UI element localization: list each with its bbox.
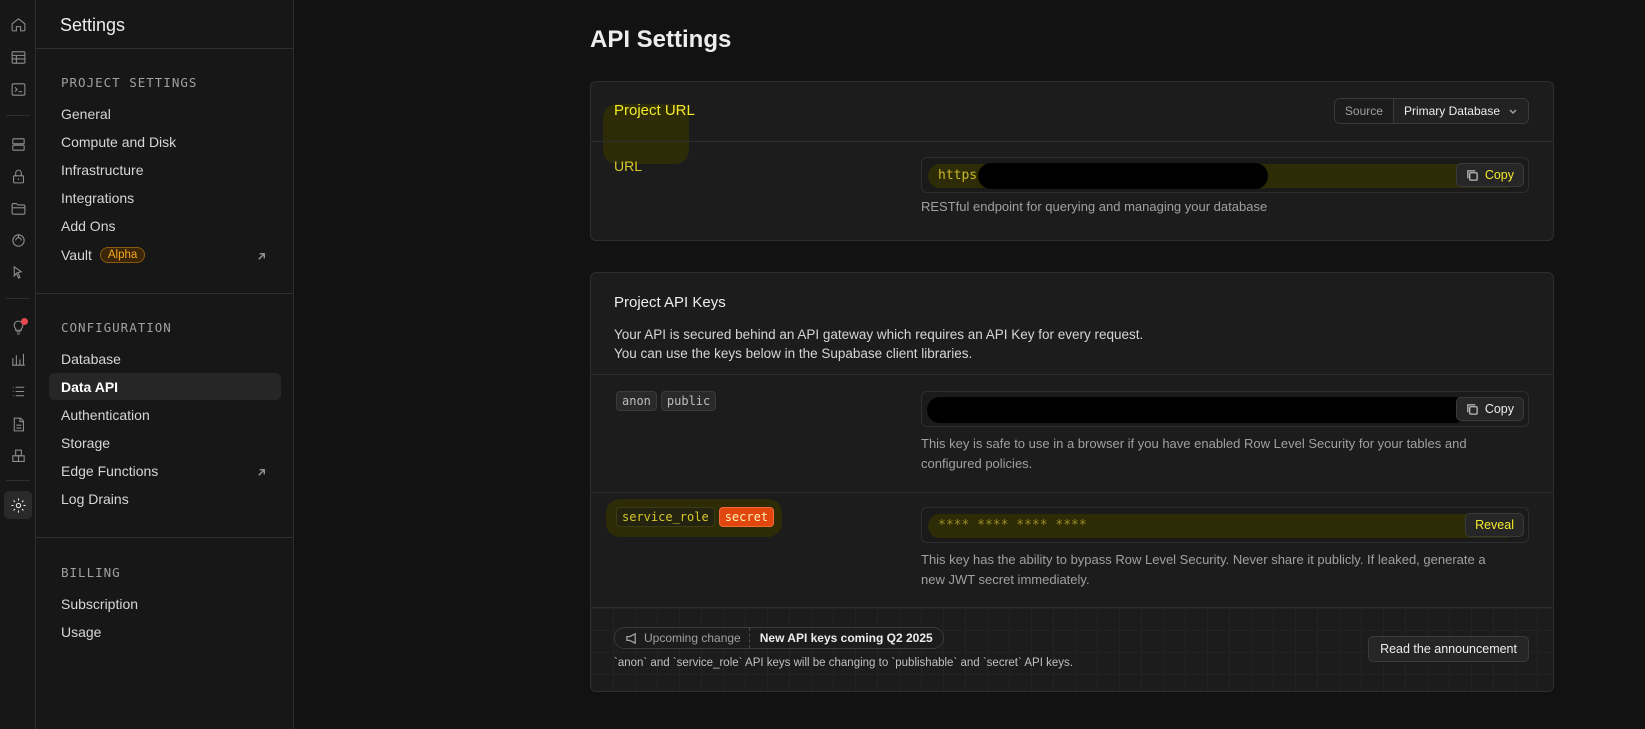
external-link-icon xyxy=(256,249,267,260)
service-help-1: This key has the ability to bypass Row L… xyxy=(921,552,1486,567)
project-url-title: Project URL xyxy=(614,102,695,119)
settings-sidebar: Settings PROJECT SETTINGS General Comput… xyxy=(36,0,294,729)
upcoming-change-badge: Upcoming change New API keys coming Q2 2… xyxy=(614,627,944,649)
upcoming-change-label: Upcoming change xyxy=(644,631,741,645)
reports-icon[interactable] xyxy=(4,345,32,373)
storage-icon[interactable] xyxy=(4,194,32,222)
reveal-button[interactable]: Reveal xyxy=(1465,513,1524,537)
source-label: Source xyxy=(1334,99,1394,123)
sidebar-divider xyxy=(36,537,294,538)
sidebar-item-integrations[interactable]: Integrations xyxy=(49,184,281,211)
sidebar-item-log-drains[interactable]: Log Drains xyxy=(49,485,281,512)
service-help-2: new JWT secret immediately. xyxy=(921,572,1090,587)
chevron-down-icon xyxy=(1509,109,1517,115)
anon-key-field[interactable]: Copy xyxy=(921,391,1529,427)
auth-icon[interactable] xyxy=(4,162,32,190)
page-title: API Settings xyxy=(590,26,732,53)
service-role-key-field[interactable]: **** **** **** **** Reveal xyxy=(921,507,1529,543)
sidebar-item-data-api[interactable]: Data API xyxy=(49,373,281,400)
secret-tag: secret xyxy=(718,507,775,527)
redacted-block xyxy=(978,163,1268,189)
redacted-block xyxy=(927,397,1467,423)
api-keys-title: Project API Keys xyxy=(614,294,726,311)
settings-icon[interactable] xyxy=(4,491,32,519)
sidebar-item-general[interactable]: General xyxy=(49,100,281,127)
main-content: API Settings Project URL Source Primary … xyxy=(294,0,1645,729)
announcement-footer: Upcoming change New API keys coming Q2 2… xyxy=(591,608,1553,691)
sidebar-item-add-ons[interactable]: Add Ons xyxy=(49,212,281,239)
upcoming-change-title: New API keys coming Q2 2025 xyxy=(749,628,943,648)
source-dropdown[interactable]: Primary Database xyxy=(1393,99,1528,123)
project-api-keys-card: Project API Keys Your API is secured beh… xyxy=(590,272,1554,692)
anon-help-1: This key is safe to use in a browser if … xyxy=(921,436,1467,451)
rail-divider xyxy=(6,115,30,116)
notification-dot xyxy=(21,318,28,325)
sidebar-title: Settings xyxy=(60,15,126,35)
url-field[interactable]: https Copy xyxy=(921,157,1529,193)
api-docs-icon[interactable] xyxy=(4,410,32,438)
realtime-icon[interactable] xyxy=(4,226,32,254)
home-icon[interactable] xyxy=(4,10,32,38)
card-divider xyxy=(591,141,1553,142)
sidebar-item-edge-functions[interactable]: Edge Functions xyxy=(49,457,281,484)
alpha-badge: Alpha xyxy=(99,246,146,263)
card-divider xyxy=(591,374,1553,375)
masked-key: **** **** **** **** xyxy=(938,517,1087,533)
service-role-tag: service_role xyxy=(616,507,715,527)
upcoming-change-label-wrap: Upcoming change xyxy=(615,628,750,648)
anon-tag: anon xyxy=(616,391,657,411)
url-help-text: RESTful endpoint for querying and managi… xyxy=(921,199,1268,214)
edge-functions-icon[interactable] xyxy=(4,258,32,286)
sidebar-item-authentication[interactable]: Authentication xyxy=(49,401,281,428)
url-value: https xyxy=(938,167,978,183)
rail-divider xyxy=(6,480,30,481)
sidebar-item-storage[interactable]: Storage xyxy=(49,429,281,456)
app-root: Settings PROJECT SETTINGS General Comput… xyxy=(0,0,1645,729)
sidebar-divider xyxy=(36,48,294,49)
read-announcement-button[interactable]: Read the announcement xyxy=(1368,636,1529,662)
integrations-icon[interactable] xyxy=(4,442,32,470)
sidebar-divider xyxy=(36,293,294,294)
database-icon[interactable] xyxy=(4,130,32,158)
section-heading-billing: BILLING xyxy=(61,565,121,580)
icon-rail xyxy=(0,0,36,729)
copy-icon xyxy=(1467,403,1478,415)
anon-help-2: configured policies. xyxy=(921,456,1033,471)
sidebar-item-compute-and-disk[interactable]: Compute and Disk xyxy=(49,128,281,155)
sidebar-item-subscription[interactable]: Subscription xyxy=(49,590,281,617)
sidebar-item-database[interactable]: Database xyxy=(49,345,281,372)
card-divider xyxy=(591,492,1553,493)
project-url-card: Project URL Source Primary Database URL … xyxy=(590,81,1554,241)
sidebar-item-vault[interactable]: Vault Alpha xyxy=(49,241,281,268)
sql-editor-icon[interactable] xyxy=(4,75,32,103)
sidebar-item-usage[interactable]: Usage xyxy=(49,618,281,645)
external-link-icon xyxy=(256,465,267,476)
copy-url-button[interactable]: Copy xyxy=(1455,163,1524,187)
api-keys-description-1: Your API is secured behind an API gatewa… xyxy=(614,327,1144,342)
section-heading-project-settings: PROJECT SETTINGS xyxy=(61,75,198,90)
api-keys-description-2: You can use the keys below in the Supaba… xyxy=(614,346,973,361)
anon-key-tags: anon public xyxy=(616,391,720,411)
section-heading-configuration: CONFIGURATION xyxy=(61,320,172,335)
copy-icon xyxy=(1467,169,1478,181)
public-tag: public xyxy=(660,391,717,411)
url-label: URL xyxy=(614,158,643,174)
logs-icon[interactable] xyxy=(4,377,32,405)
source-selector[interactable]: Source Primary Database xyxy=(1333,98,1529,124)
sidebar-item-infrastructure[interactable]: Infrastructure xyxy=(49,156,281,183)
announcement-note: `anon` and `service_role` API keys will … xyxy=(614,657,1073,669)
rail-divider xyxy=(6,298,30,299)
source-value: Primary Database xyxy=(1403,104,1500,118)
advisors-icon[interactable] xyxy=(4,313,32,341)
table-editor-icon[interactable] xyxy=(4,43,32,71)
copy-anon-key-button[interactable]: Copy xyxy=(1455,397,1524,421)
service-role-tags: service_role secret xyxy=(616,507,778,527)
megaphone-icon xyxy=(626,632,636,644)
